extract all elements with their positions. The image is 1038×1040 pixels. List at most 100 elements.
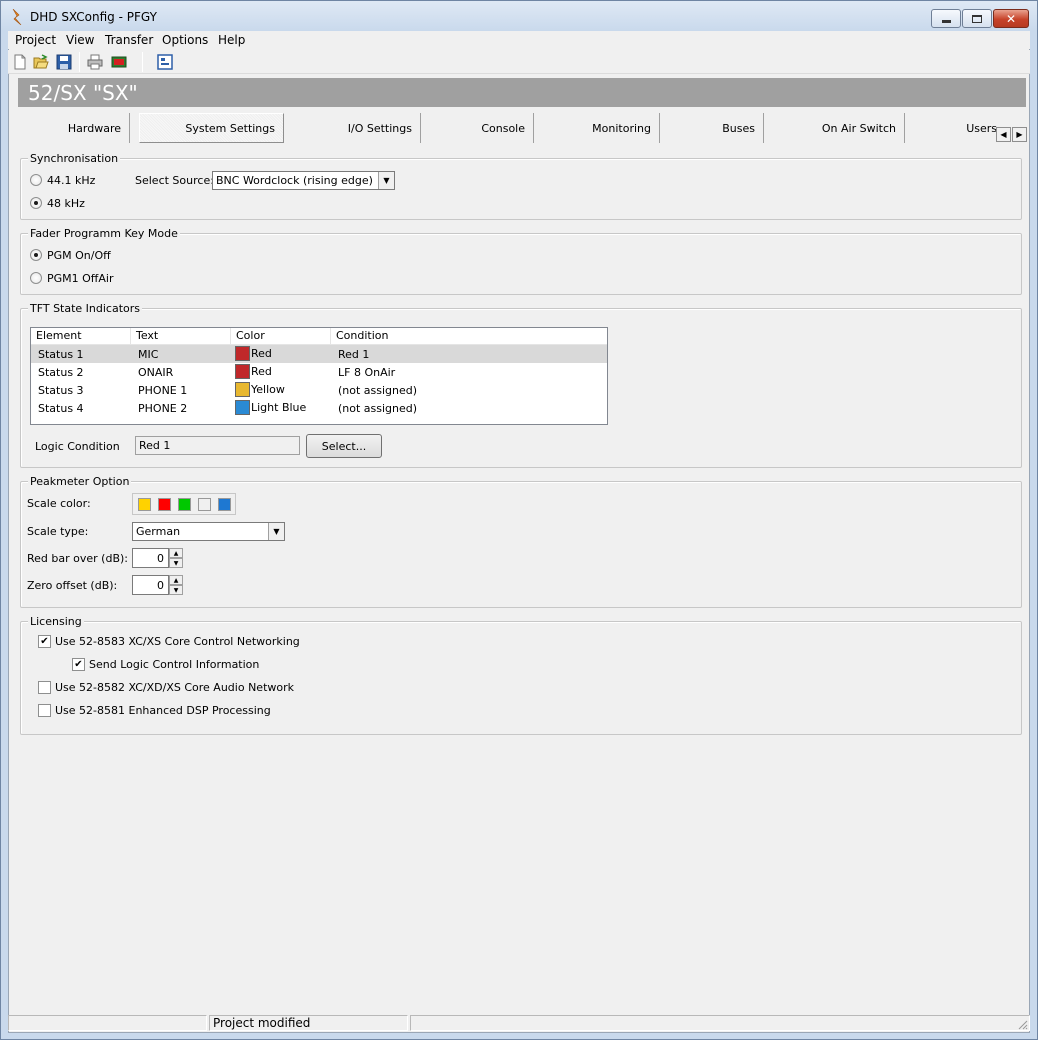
- zero-offset-stepper[interactable]: 0: [132, 575, 169, 595]
- red-bar-label: Red bar over (dB):: [27, 552, 128, 565]
- licensing-legend: Licensing: [28, 615, 84, 628]
- checkmark-icon: ✔: [74, 658, 83, 670]
- table-row[interactable]: [31, 363, 607, 381]
- minimize-button[interactable]: [931, 9, 961, 28]
- radio-44khz[interactable]: [30, 174, 42, 186]
- toolbar-separator: [142, 52, 143, 72]
- column-header-color[interactable]: Color: [231, 328, 331, 344]
- menu-project[interactable]: Project: [15, 33, 56, 47]
- spin-up-icon[interactable]: ▲: [169, 575, 183, 585]
- red-bar-value: 0: [157, 552, 164, 565]
- spin-down-icon[interactable]: ▼: [169, 585, 183, 595]
- checkbox-core-audio-network-label: Use 52-8582 XC/XD/XS Core Audio Network: [55, 681, 294, 694]
- table-row[interactable]: [31, 345, 607, 363]
- checkbox-core-control-networking[interactable]: ✔: [38, 635, 51, 648]
- tab-system-settings[interactable]: System Settings: [139, 113, 284, 143]
- logic-condition-value: Red 1: [139, 439, 171, 452]
- close-icon: ✕: [1005, 11, 1017, 26]
- tab-hardware[interactable]: Hardware: [18, 113, 130, 143]
- tab-buses[interactable]: Buses: [660, 113, 764, 143]
- scale-color-swatch[interactable]: [138, 498, 151, 511]
- tab-monitoring[interactable]: Monitoring: [534, 113, 660, 143]
- open-folder-icon[interactable]: [33, 54, 49, 70]
- radio-44khz-label: 44.1 kHz: [47, 174, 96, 187]
- synchronisation-legend: Synchronisation: [28, 152, 121, 165]
- menu-options[interactable]: Options: [162, 33, 208, 47]
- maximize-button[interactable]: [962, 9, 992, 28]
- column-header-condition[interactable]: Condition: [331, 328, 607, 344]
- checkbox-enhanced-dsp-label: Use 52-8581 Enhanced DSP Processing: [55, 704, 271, 717]
- status-panel: [410, 1015, 1030, 1031]
- tab-label: System Settings: [185, 121, 275, 135]
- logic-condition-label: Logic Condition: [35, 440, 120, 453]
- column-header-text[interactable]: Text: [131, 328, 231, 344]
- select-button-label: Select...: [321, 439, 367, 453]
- properties-icon[interactable]: [157, 54, 173, 70]
- cell-text: MIC: [138, 348, 159, 361]
- toolbar-separator: [79, 52, 80, 72]
- table-row[interactable]: [31, 399, 607, 417]
- scale-color-swatch[interactable]: [178, 498, 191, 511]
- resize-grip-icon[interactable]: [1016, 1018, 1028, 1030]
- tab-users[interactable]: Users: [905, 113, 1005, 143]
- tab-io-settings[interactable]: I/O Settings: [284, 113, 421, 143]
- print-icon[interactable]: [87, 54, 103, 70]
- tab-scroll-right-icon[interactable]: ▶: [1012, 127, 1027, 142]
- checkbox-enhanced-dsp[interactable]: [38, 704, 51, 717]
- scale-type-value: German: [136, 525, 181, 538]
- tab-label: Users: [966, 121, 997, 135]
- save-icon[interactable]: [56, 54, 72, 70]
- red-bar-stepper[interactable]: 0: [132, 548, 169, 568]
- close-button[interactable]: ✕: [993, 9, 1029, 28]
- scale-type-combo[interactable]: German: [132, 522, 285, 541]
- tab-scroll-left-icon[interactable]: ◀: [996, 127, 1011, 142]
- menu-transfer[interactable]: Transfer: [105, 33, 153, 47]
- cell-condition: (not assigned): [338, 384, 418, 397]
- checkbox-core-audio-network[interactable]: [38, 681, 51, 694]
- radio-pgm1-offair[interactable]: [30, 272, 42, 284]
- color-swatch: [235, 382, 250, 397]
- scale-color-swatch[interactable]: [158, 498, 171, 511]
- radio-48khz[interactable]: [30, 197, 42, 209]
- device-title: 52/SX "SX": [28, 81, 138, 105]
- table-row[interactable]: [31, 381, 607, 399]
- menu-view[interactable]: View: [66, 33, 94, 47]
- menu-help[interactable]: Help: [218, 33, 245, 47]
- cell-color: Yellow: [251, 383, 285, 396]
- window-title: DHD SXConfig - PFGY: [30, 10, 157, 24]
- tft-state-legend: TFT State Indicators: [28, 302, 143, 315]
- radio-48khz-label: 48 kHz: [47, 197, 85, 210]
- chevron-down-icon[interactable]: ▼: [378, 172, 394, 189]
- tab-console[interactable]: Console: [421, 113, 534, 143]
- chevron-down-icon[interactable]: ▼: [268, 523, 284, 540]
- cell-condition: Red 1: [338, 348, 370, 361]
- radio-pgm-on-off[interactable]: [30, 249, 42, 261]
- checkbox-send-logic-control[interactable]: ✔: [72, 658, 85, 671]
- new-file-icon[interactable]: [12, 54, 28, 70]
- app-logo-icon: [12, 9, 22, 25]
- device-icon[interactable]: [111, 54, 127, 70]
- tab-label: Console: [481, 121, 525, 135]
- spin-up-icon[interactable]: ▲: [169, 548, 183, 558]
- cell-element: Status 3: [38, 384, 84, 397]
- spin-down-icon[interactable]: ▼: [169, 558, 183, 568]
- column-header-element[interactable]: Element: [31, 328, 131, 344]
- scale-color-swatch[interactable]: [198, 498, 211, 511]
- cell-text: PHONE 2: [138, 402, 188, 415]
- peakmeter-legend: Peakmeter Option: [28, 475, 132, 488]
- cell-color: Light Blue: [251, 401, 307, 414]
- select-source-combo[interactable]: BNC Wordclock (rising edge): [212, 171, 395, 190]
- select-source-value: BNC Wordclock (rising edge): [216, 174, 373, 187]
- cell-element: Status 2: [38, 366, 84, 379]
- scale-color-swatch[interactable]: [218, 498, 231, 511]
- tab-on-air-switch[interactable]: On Air Switch: [764, 113, 905, 143]
- device-header: [18, 78, 1026, 107]
- zero-offset-value: 0: [157, 579, 164, 592]
- restore-icon: [972, 14, 982, 23]
- checkmark-icon: ✔: [40, 635, 49, 647]
- select-button[interactable]: Select...: [306, 434, 382, 458]
- status-panel-project: Project modified: [209, 1015, 408, 1031]
- cell-condition: (not assigned): [338, 402, 418, 415]
- tab-label: Buses: [722, 121, 755, 135]
- checkbox-send-logic-control-label: Send Logic Control Information: [89, 658, 260, 671]
